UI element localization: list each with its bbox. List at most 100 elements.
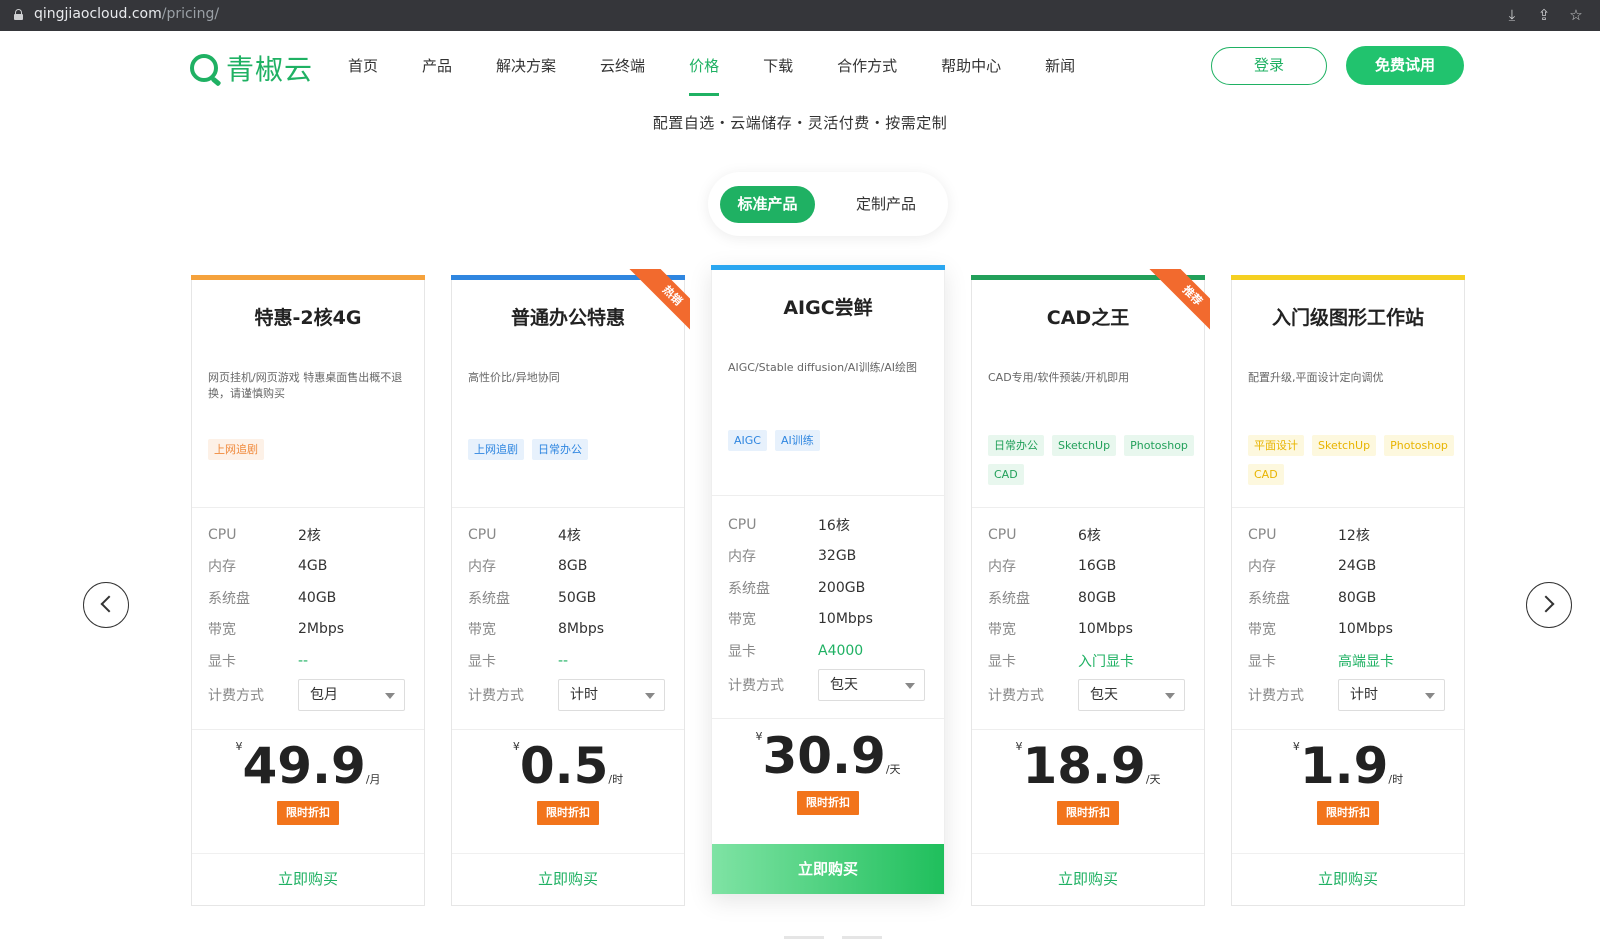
free-trial-button[interactable]: 免费试用 xyxy=(1346,46,1464,85)
limited-discount-badge: 限时折扣 xyxy=(1057,801,1119,825)
pricing-card: AIGC尝鲜 AIGC/Stable diffusion/AI训练/AI绘图 AIG… xyxy=(711,265,945,895)
price-value: 0.5 xyxy=(519,737,609,795)
spec-row-disk: 系统盘 40GB xyxy=(208,582,408,614)
nav-cooperation[interactable]: 合作方式 xyxy=(837,55,897,76)
card-tag: Photoshop xyxy=(1124,435,1194,456)
price-unit: /时 xyxy=(608,773,624,786)
nav-download[interactable]: 下载 xyxy=(763,55,793,76)
card-divider xyxy=(1232,729,1464,730)
currency-symbol: ¥ xyxy=(235,740,243,753)
nav-pricing[interactable]: 价格 xyxy=(689,55,720,96)
price-unit: /天 xyxy=(885,763,901,776)
billing-value: 计时 xyxy=(570,687,598,703)
pagination-dot[interactable] xyxy=(842,936,882,939)
card-description: 配置升级,平面设计定向调优 xyxy=(1248,371,1384,384)
bookmark-star-icon[interactable]: ☆ xyxy=(1566,5,1586,25)
price-value: 18.9 xyxy=(1022,737,1146,795)
card-price: ¥49.9/月 xyxy=(192,738,424,794)
card-title: AIGC尝鲜 xyxy=(783,297,873,319)
buy-now-button[interactable]: 立即购买 xyxy=(452,853,684,905)
spec-value: 4GB xyxy=(298,558,328,575)
card-price: ¥0.5/时 xyxy=(452,738,684,794)
billing-label: 计费方式 xyxy=(728,678,784,694)
spec-row-gpu: 显卡 -- xyxy=(468,645,668,677)
spec-row-mem: 内存 32GB xyxy=(728,541,928,573)
limited-discount-badge: 限时折扣 xyxy=(537,801,599,825)
billing-label: 计费方式 xyxy=(1248,688,1304,704)
limited-discount-badge: 限时折扣 xyxy=(797,791,859,815)
nav-help[interactable]: 帮助中心 xyxy=(941,55,1001,76)
tab-custom-products[interactable]: 定制产品 xyxy=(836,186,936,223)
tab-standard-products[interactable]: 标准产品 xyxy=(720,186,815,223)
billing-select[interactable]: 包天 xyxy=(1078,679,1185,711)
chevron-down-icon xyxy=(645,693,655,699)
price-unit: /时 xyxy=(1388,773,1404,786)
spec-row-mem: 内存 24GB xyxy=(1248,551,1448,583)
chevron-down-icon xyxy=(905,683,915,689)
card-tag: CAD xyxy=(988,464,1024,485)
card-divider xyxy=(452,729,684,730)
spec-value: -- xyxy=(298,652,309,669)
chevron-left-icon xyxy=(100,595,118,613)
card-divider xyxy=(452,507,684,508)
share-icon[interactable]: ⇪ xyxy=(1534,5,1554,25)
spec-label: 显卡 xyxy=(1248,653,1276,670)
spec-value: 6核 xyxy=(1078,527,1101,544)
card-description: AIGC/Stable diffusion/AI训练/AI绘图 xyxy=(728,361,918,374)
card-divider xyxy=(192,507,424,508)
card-tag: SketchUp xyxy=(1052,435,1117,456)
carousel-next-button[interactable] xyxy=(1526,582,1572,628)
nav-news[interactable]: 新闻 xyxy=(1045,55,1075,76)
spec-row-gpu: 显卡 高端显卡 xyxy=(1248,645,1448,677)
nav-solutions[interactable]: 解决方案 xyxy=(496,55,556,76)
card-divider xyxy=(972,729,1204,730)
billing-value: 计时 xyxy=(1350,687,1378,703)
buy-now-button[interactable]: 立即购买 xyxy=(1232,853,1464,905)
nav-products[interactable]: 产品 xyxy=(422,55,452,76)
install-icon[interactable]: ⤓ xyxy=(1502,5,1522,25)
spec-label: 显卡 xyxy=(208,653,236,670)
card-description: 高性价比/异地协同 xyxy=(468,371,560,384)
spec-label: CPU xyxy=(728,516,757,533)
pagination-dot[interactable] xyxy=(784,936,824,939)
card-title: 入门级图形工作站 xyxy=(1271,307,1424,329)
buy-now-button[interactable]: 立即购买 xyxy=(192,853,424,905)
billing-select[interactable]: 计时 xyxy=(1338,679,1445,711)
spec-value: 4核 xyxy=(558,527,581,544)
spec-value: 32GB xyxy=(818,548,857,565)
spec-value: 10Mbps xyxy=(1078,621,1133,638)
logo-q-icon xyxy=(190,54,218,82)
spec-row-mem: 内存 8GB xyxy=(468,551,668,583)
spec-label: 内存 xyxy=(988,559,1016,576)
logo[interactable]: 青椒云 xyxy=(190,48,313,88)
chevron-right-icon xyxy=(1537,595,1555,613)
url-text[interactable]: qingjiaocloud.com/pricing/ xyxy=(34,6,219,22)
card-tag: 日常办公 xyxy=(532,439,588,460)
spec-row-cpu: CPU 2核 xyxy=(208,519,408,551)
logo-text: 青椒云 xyxy=(226,53,314,86)
spec-row-gpu: 显卡 A4000 xyxy=(728,635,928,667)
spec-value: 高端显卡 xyxy=(1338,653,1394,670)
nav-cloud-terminal[interactable]: 云终端 xyxy=(600,55,645,76)
billing-select[interactable]: 包月 xyxy=(298,679,405,711)
spec-value: 2核 xyxy=(298,527,321,544)
card-tag: 平面设计 xyxy=(1248,435,1304,456)
card-tag: 日常办公 xyxy=(988,435,1044,456)
spec-value: A4000 xyxy=(818,642,864,659)
spec-row-bw: 带宽 8Mbps xyxy=(468,614,668,646)
spec-row-disk: 系统盘 80GB xyxy=(1248,582,1448,614)
billing-select[interactable]: 计时 xyxy=(558,679,665,711)
buy-now-button[interactable]: 立即购买 xyxy=(712,844,944,894)
nav-home[interactable]: 首页 xyxy=(348,55,378,76)
billing-select[interactable]: 包天 xyxy=(818,669,925,701)
spec-label: 内存 xyxy=(208,559,236,576)
spec-row-bw: 带宽 10Mbps xyxy=(1248,614,1448,646)
buy-now-button[interactable]: 立即购买 xyxy=(972,853,1204,905)
spec-value: 80GB xyxy=(1338,589,1377,606)
spec-value: 24GB xyxy=(1338,558,1377,575)
login-button[interactable]: 登录 xyxy=(1211,47,1327,85)
carousel-prev-button[interactable] xyxy=(83,582,129,628)
currency-symbol: ¥ xyxy=(1292,740,1300,753)
card-title: 普通办公特惠 xyxy=(510,307,625,329)
card-description: CAD专用/软件预装/开机即用 xyxy=(988,371,1130,384)
